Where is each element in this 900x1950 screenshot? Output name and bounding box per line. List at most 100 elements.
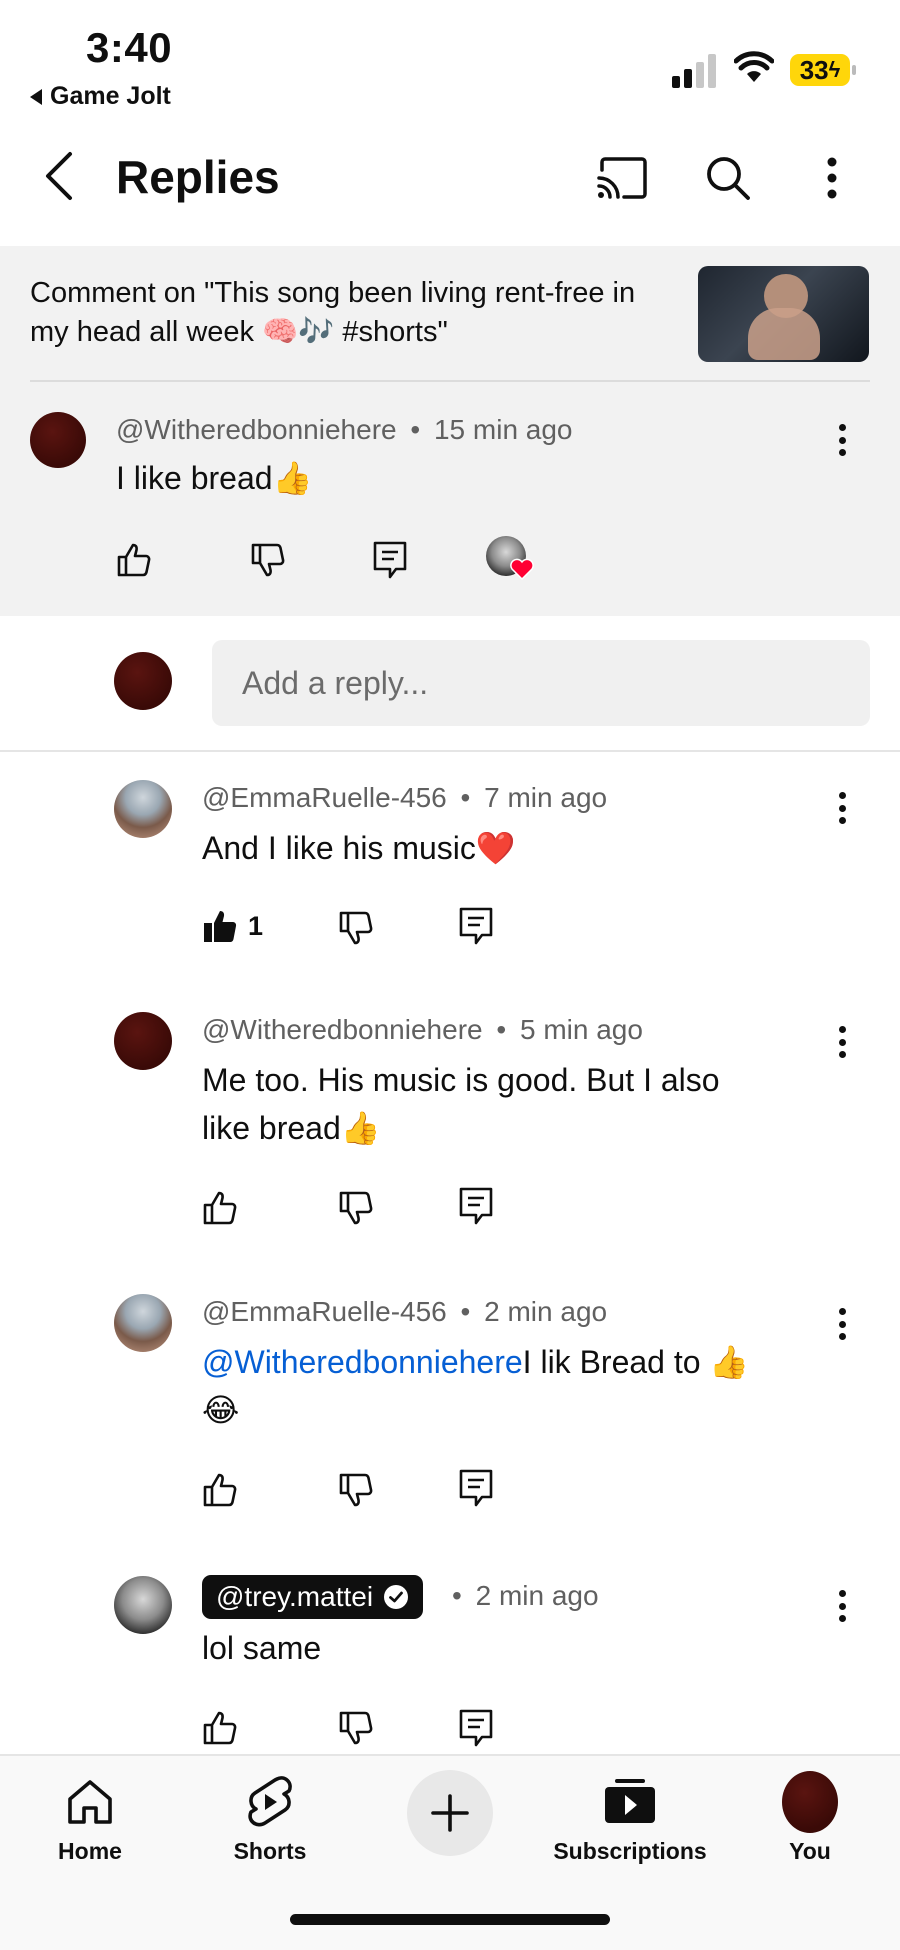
comment-more-button[interactable] <box>838 792 846 824</box>
like-button[interactable] <box>202 1190 238 1226</box>
dislike-button[interactable] <box>250 542 286 578</box>
nav-home[interactable]: Home <box>0 1756 180 1896</box>
reply-placeholder: Add a reply... <box>242 664 429 701</box>
home-indicator <box>290 1914 610 1925</box>
thumbnail-hands <box>748 308 820 360</box>
nav-label: Subscriptions <box>553 1838 707 1864</box>
thumbs-down-icon <box>339 911 373 945</box>
battery-level: 33 <box>799 54 829 85</box>
add-reply-row: Add a reply... <box>0 616 900 752</box>
comment-more-button[interactable] <box>838 1590 846 1622</box>
like-button[interactable] <box>116 542 152 578</box>
back-to-app-button[interactable]: Game Jolt <box>30 82 171 111</box>
dislike-button[interactable] <box>338 1710 374 1746</box>
dislike-button[interactable] <box>338 1472 374 1508</box>
create-button[interactable] <box>407 1770 493 1856</box>
nav-shorts[interactable]: Shorts <box>180 1756 360 1896</box>
dislike-button[interactable] <box>338 1190 374 1226</box>
thumbs-up-icon <box>203 1191 237 1225</box>
comment-meta: @Witheredbonniehere • 15 min ago <box>116 414 573 446</box>
comment-meta: @Witheredbonniehere • 5 min ago <box>202 1014 643 1046</box>
nav-you[interactable]: You <box>720 1756 900 1896</box>
thumbs-down-icon <box>251 543 285 577</box>
battery-indicator: 33 ϟ <box>790 54 856 86</box>
avatar[interactable] <box>114 1576 172 1634</box>
like-button[interactable]: 1 <box>202 908 263 944</box>
creator-heart-badge <box>486 536 534 580</box>
video-context-link[interactable]: Comment on "This song been living rent-f… <box>30 274 680 352</box>
comment-text: I like bread👍 <box>116 460 313 496</box>
comment-meta: • 2 min ago <box>452 1580 599 1612</box>
comment-text: And I like his music❤️ <box>202 830 516 866</box>
comment-time: 2 min ago <box>484 1296 608 1327</box>
top-app-bar: Replies <box>0 130 900 240</box>
reply-button[interactable] <box>458 1186 494 1226</box>
cast-button[interactable] <box>594 150 650 206</box>
like-button[interactable] <box>202 1710 238 1746</box>
avatar <box>782 1771 838 1833</box>
reply-icon <box>373 541 407 579</box>
avatar[interactable] <box>114 1012 172 1070</box>
more-options-button[interactable] <box>812 150 852 206</box>
comment-author[interactable]: @Witheredbonniehere <box>116 414 397 445</box>
comment-time: 5 min ago <box>519 1014 643 1045</box>
mention-link[interactable]: @Witheredbonniehere <box>202 1344 523 1380</box>
reply-input[interactable]: Add a reply... <box>212 640 870 726</box>
meta-separator: • <box>410 414 421 445</box>
nav-subscriptions[interactable]: Subscriptions <box>540 1756 720 1896</box>
comment-meta: @EmmaRuelle-456 • 2 min ago <box>202 1296 607 1328</box>
reply-button[interactable] <box>458 906 494 946</box>
comment-time: 2 min ago <box>475 1580 599 1611</box>
comment-author[interactable]: @EmmaRuelle-456 <box>202 1296 447 1327</box>
back-button[interactable] <box>34 146 84 206</box>
comment-text: Me too. His music is good. But I also li… <box>202 1056 822 1152</box>
thumbs-up-icon <box>203 1473 237 1507</box>
avatar <box>114 652 172 710</box>
reply-button[interactable] <box>372 540 408 580</box>
status-time: 3:40 <box>86 24 173 71</box>
comment-author[interactable]: @EmmaRuelle-456 <box>202 782 447 813</box>
thumbs-up-filled-icon <box>204 911 237 942</box>
search-icon <box>707 157 750 200</box>
comment-text-line: @WitheredbonniehereI lik Bread to 👍 <box>202 1338 832 1386</box>
divider <box>30 380 870 382</box>
reply-icon <box>459 907 493 945</box>
nav-label: Shorts <box>233 1838 307 1864</box>
back-icon <box>46 152 72 200</box>
comment-more-button[interactable] <box>838 1026 846 1058</box>
cellular-signal-icon <box>672 54 716 88</box>
charging-bolt-icon: ϟ <box>828 57 841 82</box>
subscriptions-icon <box>602 1774 658 1830</box>
comment-meta: @EmmaRuelle-456 • 7 min ago <box>202 782 607 814</box>
comment-more-button[interactable] <box>838 1308 846 1340</box>
reply-icon <box>459 1469 493 1507</box>
video-thumbnail[interactable] <box>698 266 869 362</box>
creator-author-badge[interactable]: @trey.mattei <box>202 1575 424 1619</box>
search-button[interactable] <box>700 150 756 206</box>
dislike-button[interactable] <box>338 910 374 946</box>
reply-button[interactable] <box>458 1468 494 1508</box>
comment-text-line: 😂 <box>202 1392 240 1428</box>
like-button[interactable] <box>202 1472 238 1508</box>
avatar[interactable] <box>30 412 86 468</box>
meta-separator: • <box>460 782 471 813</box>
comment-time: 7 min ago <box>484 782 608 813</box>
thumbs-up-icon <box>117 543 151 577</box>
comment-author[interactable]: @Witheredbonniehere <box>202 1014 483 1045</box>
status-bar: 3:40 Game Jolt 33 ϟ <box>0 0 900 120</box>
parent-comment-section: Comment on "This song been living rent-f… <box>0 246 900 616</box>
profile-avatar <box>782 1771 838 1833</box>
nav-label: You <box>789 1838 831 1864</box>
reply-icon <box>459 1187 493 1225</box>
comment-text: lol same <box>202 1630 322 1666</box>
avatar[interactable] <box>114 1294 172 1352</box>
reply-button[interactable] <box>458 1708 494 1748</box>
cast-icon <box>597 157 647 199</box>
avatar[interactable] <box>114 780 172 838</box>
back-app-label: Game Jolt <box>50 82 171 110</box>
comment-more-button[interactable] <box>838 424 846 456</box>
shorts-icon <box>242 1774 298 1830</box>
comment-time: 15 min ago <box>433 414 573 445</box>
heart-icon <box>510 558 534 580</box>
reply-icon <box>459 1709 493 1747</box>
